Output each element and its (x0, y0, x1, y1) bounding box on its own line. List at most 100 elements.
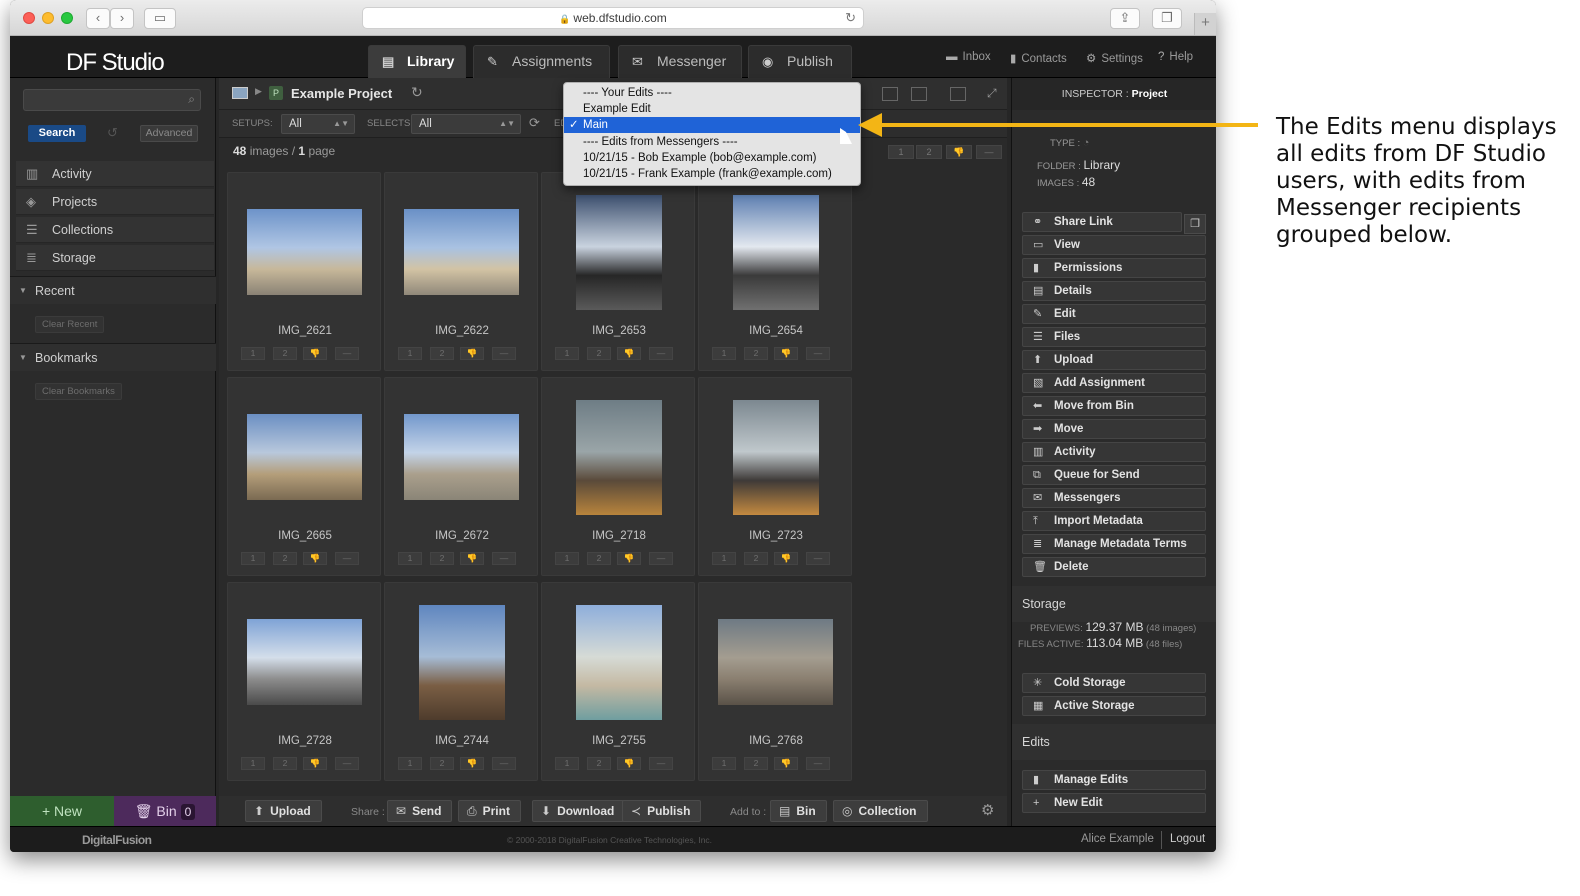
download-button[interactable]: ⬇ Download (532, 800, 626, 822)
new-edit-button[interactable]: + New Edit (1022, 793, 1206, 813)
back-button[interactable]: ‹ (86, 8, 110, 29)
rate-1-button[interactable]: 1 (555, 757, 579, 770)
delete-button[interactable]: 🗑 Delete (1022, 557, 1206, 577)
search-input[interactable]: ⌕ (23, 89, 201, 111)
activity-button[interactable]: ▥ Activity (1022, 442, 1206, 462)
rate-1-button[interactable]: 1 (398, 552, 422, 565)
add-to-bin-button[interactable]: ▤ Bin (770, 800, 827, 822)
manage-metadata-terms-button[interactable]: ≣ Manage Metadata Terms (1022, 534, 1206, 554)
bookmarks-section-header[interactable]: ▼ Bookmarks (10, 343, 216, 371)
manage-edits-button[interactable]: ▮ Manage Edits (1022, 770, 1206, 790)
image-thumbnail[interactable] (733, 195, 819, 310)
files-button[interactable]: ☰ Files (1022, 327, 1206, 347)
clear-rating-button[interactable]: — (335, 347, 359, 360)
image-thumbnail[interactable] (419, 605, 505, 720)
image-cell[interactable]: IMG_2718 1 2 👎 — (541, 377, 695, 576)
image-cell[interactable]: IMG_2672 1 2 👎 — (384, 377, 538, 576)
image-cell[interactable]: IMG_2728 1 2 👎 — (227, 582, 381, 781)
rate-2-button[interactable]: 2 (273, 552, 297, 565)
help-link[interactable]: ? Help (1158, 51, 1193, 63)
tab-messenger[interactable]: ✉ Messenger (618, 45, 742, 78)
active-storage-button[interactable]: ▦ Active Storage (1022, 696, 1206, 716)
rate-2-button[interactable]: 2 (430, 552, 454, 565)
rate-1-button[interactable]: 1 (398, 347, 422, 360)
clear-rating-button[interactable]: — (806, 552, 830, 565)
move-from-bin-button[interactable]: ⬅ Move from Bin (1022, 396, 1206, 416)
setups-select[interactable]: All ▲▼ (281, 114, 355, 134)
rate-1-button[interactable]: 1 (241, 347, 265, 360)
new-button[interactable]: + New (10, 796, 114, 826)
sidebar-item-storage[interactable]: ≣ Storage (16, 245, 214, 271)
tab-publish[interactable]: ◉ Publish (748, 45, 852, 78)
add-assignment-button[interactable]: ▧ Add Assignment (1022, 373, 1206, 393)
share-link-button[interactable]: ⚭ Share Link (1022, 212, 1182, 232)
sidebar-item-projects[interactable]: ◈ Projects (16, 189, 214, 215)
inbox-link[interactable]: ▬ Inbox (946, 51, 991, 63)
clear-rating-button[interactable]: — (649, 347, 673, 360)
folder-icon[interactable] (232, 87, 248, 99)
sidebar-toggle-button[interactable]: ▭ (144, 8, 176, 29)
refresh-icon[interactable]: ↻ (411, 84, 423, 101)
image-cell[interactable]: IMG_2755 1 2 👎 — (541, 582, 695, 781)
image-thumbnail[interactable] (576, 400, 662, 515)
add-to-collection-button[interactable]: ◎ Collection (833, 800, 928, 822)
recent-section-header[interactable]: ▼ Recent (10, 276, 216, 304)
contacts-link[interactable]: ▮ Contacts (1010, 51, 1067, 65)
image-cell[interactable]: IMG_2744 1 2 👎 — (384, 582, 538, 781)
clear-rating-button[interactable]: — (806, 757, 830, 770)
sidebar-item-activity[interactable]: ▥ Activity (16, 161, 214, 187)
grid-view-icon[interactable] (911, 87, 927, 101)
image-thumbnail[interactable] (247, 619, 362, 705)
filter-reject[interactable]: 👎 (946, 145, 972, 159)
sidebar-item-collections[interactable]: ☰ Collections (16, 217, 214, 243)
queue-for-send-button[interactable]: ⧉ Queue for Send (1022, 465, 1206, 485)
reload-icon[interactable]: ↻ (845, 8, 856, 28)
reject-button[interactable]: 👎 (303, 347, 327, 360)
advanced-search-button[interactable]: Advanced (140, 125, 198, 142)
image-thumbnail[interactable] (404, 414, 519, 500)
publish-button[interactable]: ≺ Publish (622, 800, 702, 822)
edit-item-example[interactable]: Example Edit (564, 101, 860, 117)
tab-assignments[interactable]: ✎ Assignments (473, 45, 610, 78)
rate-2-button[interactable]: 2 (430, 347, 454, 360)
rate-1-button[interactable]: 1 (712, 757, 736, 770)
current-user[interactable]: Alice Example (1081, 833, 1154, 845)
selects-select[interactable]: All ▲▼ (411, 114, 521, 134)
image-thumbnail[interactable] (576, 605, 662, 720)
image-cell[interactable]: IMG_2654 1 2 👎 — (698, 172, 852, 371)
reject-button[interactable]: 👎 (774, 552, 798, 565)
reject-button[interactable]: 👎 (460, 552, 484, 565)
image-cell[interactable]: IMG_2665 1 2 👎 — (227, 377, 381, 576)
reject-button[interactable]: 👎 (774, 757, 798, 770)
import-metadata-button[interactable]: ⤒ Import Metadata (1022, 511, 1206, 531)
image-cell[interactable]: IMG_2653 1 2 👎 — (541, 172, 695, 371)
edit-item-main[interactable]: ✓ Main (564, 117, 860, 133)
copy-link-icon[interactable]: ❐ (1184, 214, 1206, 234)
details-button[interactable]: ▤ Details (1022, 281, 1206, 301)
minimize-window-button[interactable] (42, 12, 54, 24)
clear-rating-button[interactable]: — (335, 552, 359, 565)
reset-search-icon[interactable]: ↺ (107, 125, 118, 141)
rate-1-button[interactable]: 1 (555, 347, 579, 360)
clear-rating-button[interactable]: — (492, 757, 516, 770)
compare-view-icon[interactable] (950, 87, 966, 101)
messengers-button[interactable]: ✉ Messengers (1022, 488, 1206, 508)
reject-button[interactable]: 👎 (303, 552, 327, 565)
rate-2-button[interactable]: 2 (587, 347, 611, 360)
rate-2-button[interactable]: 2 (273, 347, 297, 360)
image-cell[interactable]: IMG_2622 1 2 👎 — (384, 172, 538, 371)
clear-rating-button[interactable]: — (335, 757, 359, 770)
rate-2-button[interactable]: 2 (273, 757, 297, 770)
reject-button[interactable]: 👎 (617, 552, 641, 565)
reject-button[interactable]: 👎 (460, 347, 484, 360)
cold-storage-button[interactable]: ✳ Cold Storage (1022, 673, 1206, 693)
bin-button[interactable]: 🗑 Bin 0 (114, 796, 216, 826)
filter-clear[interactable]: — (976, 145, 1002, 159)
reject-button[interactable]: 👎 (617, 347, 641, 360)
image-thumbnail[interactable] (733, 400, 819, 515)
single-view-icon[interactable] (882, 87, 898, 101)
search-button[interactable]: Search (28, 125, 86, 142)
image-thumbnail[interactable] (718, 619, 833, 705)
new-tab-button[interactable]: + (1194, 13, 1216, 35)
image-thumbnail[interactable] (247, 209, 362, 295)
